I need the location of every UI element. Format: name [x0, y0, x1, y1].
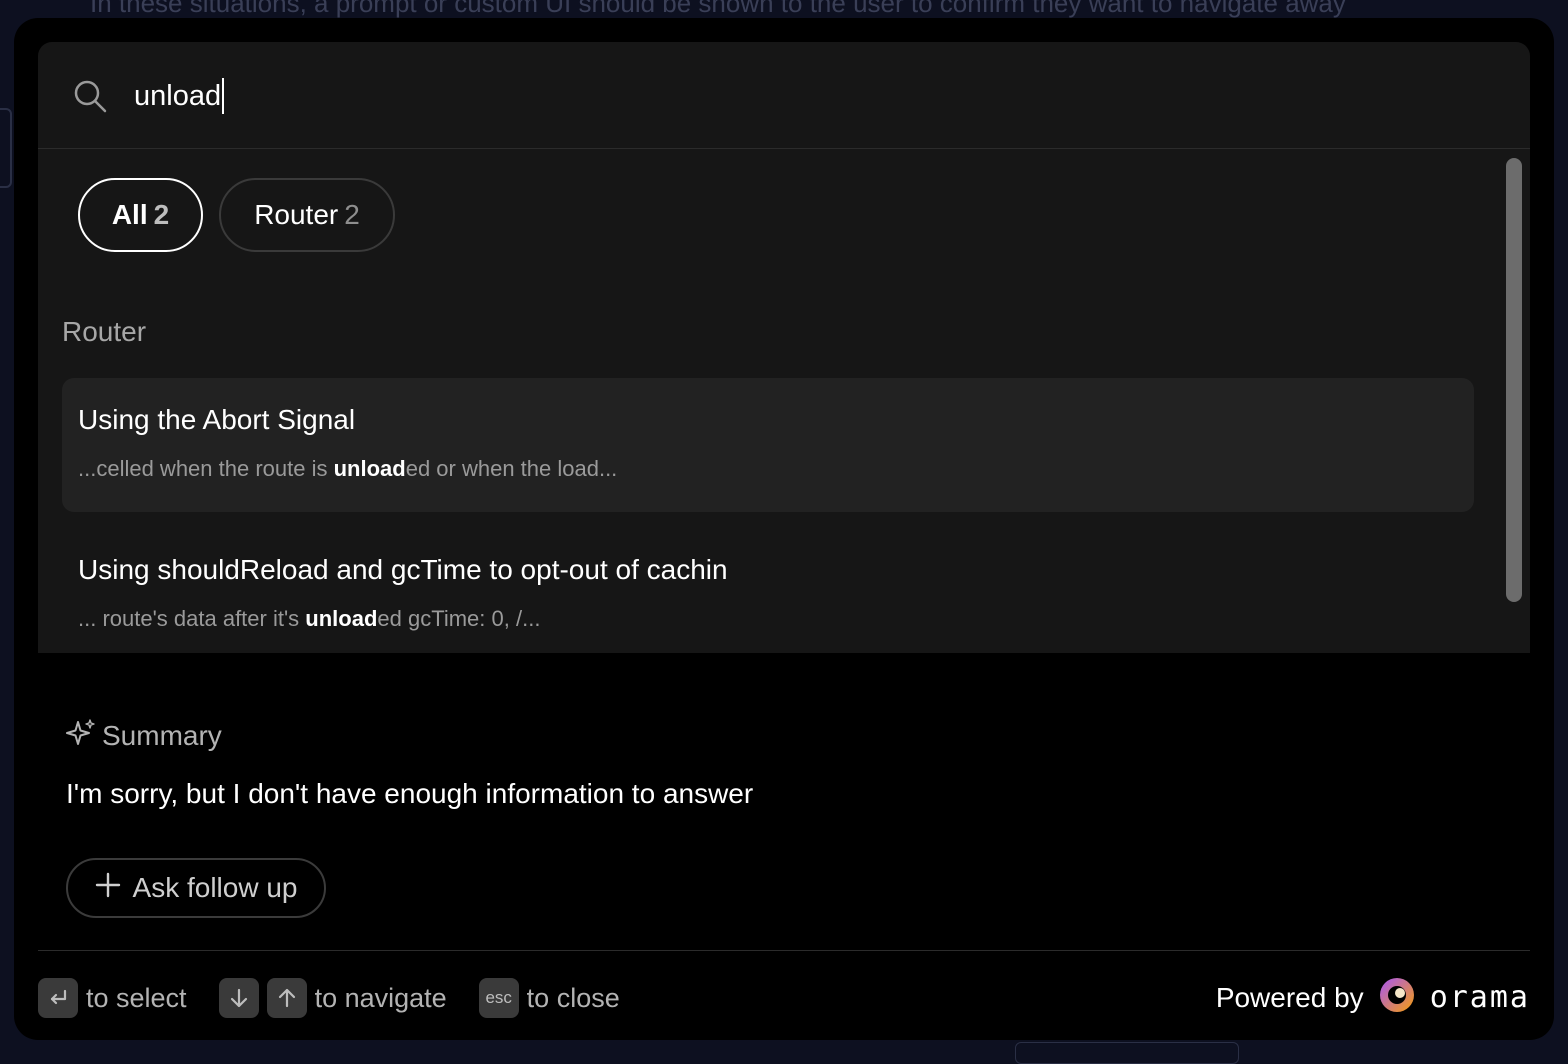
arrow-up-icon	[266, 978, 307, 1018]
results-scrollbar[interactable]	[1506, 158, 1522, 643]
result-group-title: Router	[62, 316, 147, 347]
scrollbar-thumb[interactable]	[1506, 158, 1522, 602]
plus-icon	[95, 872, 121, 905]
orama-brand-name: orama	[1429, 980, 1530, 1015]
match-highlight: unload	[305, 606, 378, 631]
result-title: Using the Abort Signal	[78, 404, 356, 435]
background-doc-text: In these situations, a prompt or custom …	[90, 0, 1346, 18]
arrow-down-icon	[218, 978, 259, 1018]
ask-follow-up-button[interactable]: Ask follow up	[66, 858, 326, 918]
search-panel: All 2 Router 2 Router Using the Abort Si…	[38, 42, 1530, 653]
result-snippet: ... route's data after it's unloaded gcT…	[78, 606, 541, 631]
search-result-item[interactable]: Using the Abort Signal ...celled when th…	[62, 378, 1474, 512]
filter-chip-count: 2	[344, 199, 360, 230]
search-input[interactable]	[134, 72, 1434, 120]
powered-by[interactable]: Powered by orama	[1216, 976, 1530, 1019]
filter-chip-label: All	[111, 199, 148, 230]
select-hint: to select	[86, 982, 187, 1013]
ask-follow-up-label: Ask follow up	[132, 872, 298, 903]
search-icon	[72, 78, 108, 114]
result-title: Using shouldReload and gcTime to opt-out…	[78, 554, 728, 585]
search-modal: All 2 Router 2 Router Using the Abort Si…	[14, 18, 1554, 1040]
keyboard-hints: to select to navigate esc to close	[38, 978, 652, 1018]
filter-chip-router[interactable]: Router 2	[219, 178, 395, 252]
filter-chip-label: Router	[254, 199, 339, 230]
background-element	[1015, 1042, 1239, 1064]
summary-text: I'm sorry, but I don't have enough infor…	[66, 778, 754, 809]
navigate-hint: to navigate	[314, 982, 447, 1013]
powered-by-label: Powered by	[1215, 981, 1364, 1013]
search-result-item[interactable]: Using shouldReload and gcTime to opt-out…	[62, 528, 1474, 653]
close-hint: to close	[526, 982, 620, 1013]
match-highlight: unload	[333, 456, 406, 481]
sparkle-icon	[66, 718, 96, 753]
enter-icon	[38, 978, 78, 1018]
search-bar	[38, 42, 1530, 149]
filter-chip-all[interactable]: All 2	[78, 178, 203, 252]
esc-key: esc	[478, 978, 519, 1018]
background-element	[0, 108, 12, 188]
result-snippet: ...celled when the route is unloaded or …	[78, 456, 618, 481]
orama-logo-icon	[1378, 976, 1416, 1019]
filter-chip-count: 2	[153, 199, 170, 230]
summary-label: Summary	[102, 719, 222, 751]
footer-divider	[38, 950, 1530, 951]
text-caret	[222, 78, 224, 114]
summary-header: Summary	[66, 718, 222, 753]
